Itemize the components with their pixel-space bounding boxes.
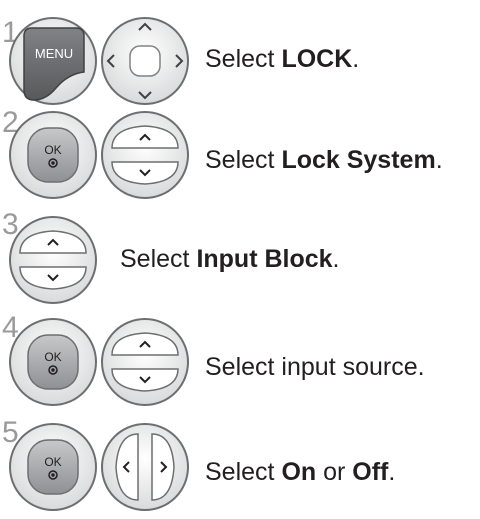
step-1: 1 MENU Select LOCK. xyxy=(0,0,480,110)
menu-button-icon[interactable]: MENU xyxy=(8,16,98,106)
up-down-button-icon[interactable] xyxy=(100,110,190,200)
ok-label: OK xyxy=(44,350,61,364)
ok-label: OK xyxy=(44,143,61,157)
step-4: 4 OK Select input source. xyxy=(0,313,480,413)
up-down-button-icon[interactable] xyxy=(8,215,98,305)
ok-label: OK xyxy=(44,455,61,469)
ok-button-icon[interactable]: OK xyxy=(8,110,98,200)
ok-button-icon[interactable]: OK xyxy=(8,317,98,407)
step-3-instruction: Select Input Block. xyxy=(120,245,340,273)
step-2-instruction: Select Lock System. xyxy=(205,146,443,174)
step-1-instruction: Select LOCK. xyxy=(205,45,360,73)
menu-label: MENU xyxy=(35,46,73,61)
step-5: 5 OK Select On or Off. xyxy=(0,418,480,518)
step-4-instruction: Select input source. xyxy=(205,353,425,381)
navigation-pad-icon[interactable] xyxy=(100,16,190,106)
step-5-instruction: Select On or Off. xyxy=(205,458,396,486)
step-3: 3 Select Input Block. xyxy=(0,207,480,307)
left-right-button-icon[interactable] xyxy=(100,422,190,512)
step-2: 2 OK Select Lock System. xyxy=(0,108,480,208)
up-down-button-icon[interactable] xyxy=(100,317,190,407)
ok-button-icon[interactable]: OK xyxy=(8,422,98,512)
